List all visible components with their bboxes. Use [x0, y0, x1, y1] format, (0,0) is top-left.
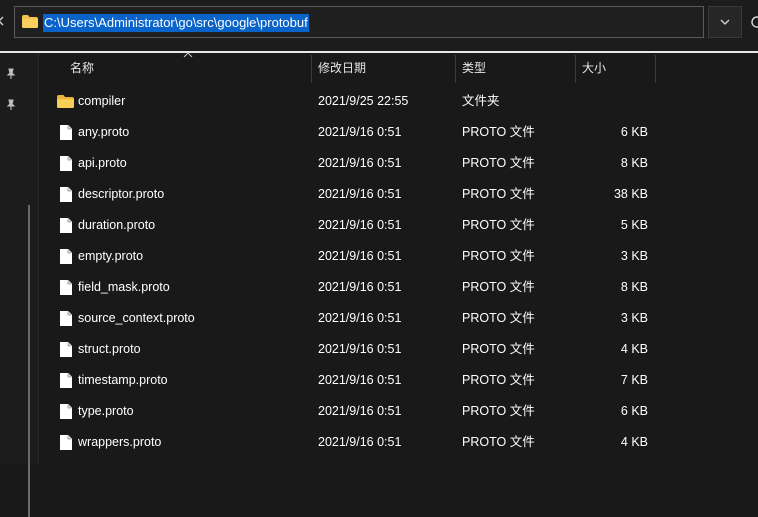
- folder-icon: [22, 15, 38, 28]
- file-size: 4 KB: [620, 435, 648, 449]
- file-size: 7 KB: [620, 373, 648, 387]
- column-header-name[interactable]: 名称: [70, 55, 94, 81]
- file-type: PROTO 文件: [462, 435, 535, 449]
- file-icon: [60, 125, 72, 140]
- file-name: empty.proto: [78, 249, 144, 263]
- file-name: source_context.proto: [78, 311, 195, 325]
- file-icon: [60, 249, 72, 264]
- file-icon: [60, 311, 72, 326]
- file-size: 3 KB: [620, 249, 648, 263]
- file-type: 文件夹: [462, 94, 500, 108]
- file-name: type.proto: [78, 404, 134, 418]
- file-name: compiler: [78, 94, 126, 108]
- file-modified: 2021/9/16 0:51: [318, 311, 402, 325]
- file-modified: 2021/9/25 22:55: [318, 94, 409, 108]
- column-divider[interactable]: [655, 55, 656, 83]
- navigation-pane: [0, 53, 39, 517]
- file-icon: [60, 156, 72, 171]
- table-row[interactable]: any.proto 2021/9/16 0:51 PROTO 文件 6 KB: [40, 117, 758, 148]
- file-name: wrappers.proto: [78, 435, 162, 449]
- file-icon: [60, 280, 72, 295]
- column-header-modified[interactable]: 修改日期: [318, 55, 366, 81]
- file-size: 4 KB: [620, 342, 648, 356]
- toolbar-divider: [0, 51, 758, 53]
- file-name: api.proto: [78, 156, 127, 170]
- file-type: PROTO 文件: [462, 218, 535, 232]
- file-modified: 2021/9/16 0:51: [318, 218, 402, 232]
- table-row[interactable]: struct.proto 2021/9/16 0:51 PROTO 文件 4 KB: [40, 334, 758, 365]
- file-type: PROTO 文件: [462, 373, 535, 387]
- file-type: PROTO 文件: [462, 311, 535, 325]
- file-size: 38 KB: [613, 187, 648, 201]
- address-dropdown-button[interactable]: [708, 6, 742, 38]
- table-row[interactable]: type.proto 2021/9/16 0:51 PROTO 文件 6 KB: [40, 396, 758, 427]
- file-size: 5 KB: [620, 218, 648, 232]
- file-size: 3 KB: [620, 311, 648, 325]
- table-row[interactable]: compiler 2021/9/25 22:55 文件夹: [40, 86, 758, 117]
- table-row[interactable]: empty.proto 2021/9/16 0:51 PROTO 文件 3 KB: [40, 241, 758, 272]
- file-modified: 2021/9/16 0:51: [318, 404, 402, 418]
- file-name: field_mask.proto: [78, 280, 170, 294]
- file-type: PROTO 文件: [462, 342, 535, 356]
- file-modified: 2021/9/16 0:51: [318, 249, 402, 263]
- file-icon: [60, 373, 72, 388]
- pin-icon[interactable]: [5, 68, 17, 80]
- file-size: 6 KB: [620, 404, 648, 418]
- file-type: PROTO 文件: [462, 187, 535, 201]
- column-header-size[interactable]: 大小: [582, 55, 606, 81]
- file-modified: 2021/9/16 0:51: [318, 435, 402, 449]
- file-type: PROTO 文件: [462, 125, 535, 139]
- folder-icon: [57, 95, 74, 108]
- file-size: 8 KB: [620, 280, 648, 294]
- file-type: PROTO 文件: [462, 280, 535, 294]
- file-type: PROTO 文件: [462, 249, 535, 263]
- file-modified: 2021/9/16 0:51: [318, 280, 402, 294]
- column-divider[interactable]: [575, 55, 576, 83]
- table-row[interactable]: field_mask.proto 2021/9/16 0:51 PROTO 文件 8 …: [40, 272, 758, 303]
- file-type: PROTO 文件: [462, 404, 535, 418]
- nav-scrollbar[interactable]: [28, 205, 30, 517]
- file-icon: [60, 342, 72, 357]
- address-bar[interactable]: C:\Users\Administrator\go\src\google\pro…: [14, 6, 704, 38]
- file-name: any.proto: [78, 125, 130, 139]
- file-name: timestamp.proto: [78, 373, 168, 387]
- pin-icon[interactable]: [5, 99, 17, 111]
- file-size: [580, 86, 648, 117]
- file-name: descriptor.proto: [78, 187, 165, 201]
- file-icon: [60, 404, 72, 419]
- chevron-down-icon: [720, 19, 730, 25]
- column-divider[interactable]: [311, 55, 312, 83]
- table-row[interactable]: api.proto 2021/9/16 0:51 PROTO 文件 8 KB: [40, 148, 758, 179]
- refresh-icon[interactable]: [749, 14, 758, 30]
- file-modified: 2021/9/16 0:51: [318, 125, 402, 139]
- sort-ascending-icon: [183, 52, 193, 58]
- file-name: duration.proto: [78, 218, 156, 232]
- table-row[interactable]: source_context.proto 2021/9/16 0:51 PROTO …: [40, 303, 758, 334]
- file-modified: 2021/9/16 0:51: [318, 187, 402, 201]
- file-icon: [60, 187, 72, 202]
- file-name: struct.proto: [78, 342, 141, 356]
- file-modified: 2021/9/16 0:51: [318, 342, 402, 356]
- table-row[interactable]: wrappers.proto 2021/9/16 0:51 PROTO 文件 4 KB: [40, 427, 758, 458]
- address-path[interactable]: C:\Users\Administrator\go\src\google\pro…: [43, 14, 309, 32]
- file-icon: [60, 218, 72, 233]
- table-row[interactable]: descriptor.proto 2021/9/16 0:51 PROTO 文件 38…: [40, 179, 758, 210]
- file-size: 8 KB: [620, 156, 648, 170]
- file-size: 6 KB: [620, 125, 648, 139]
- chevron-left-icon[interactable]: [0, 16, 5, 26]
- table-row[interactable]: timestamp.proto 2021/9/16 0:51 PROTO 文件 7 K…: [40, 365, 758, 396]
- column-header-type[interactable]: 类型: [462, 55, 486, 81]
- file-modified: 2021/9/16 0:51: [318, 156, 402, 170]
- file-type: PROTO 文件: [462, 156, 535, 170]
- column-divider[interactable]: [455, 55, 456, 83]
- file-icon: [60, 435, 72, 450]
- table-row[interactable]: duration.proto 2021/9/16 0:51 PROTO 文件 5 KB: [40, 210, 758, 241]
- file-modified: 2021/9/16 0:51: [318, 373, 402, 387]
